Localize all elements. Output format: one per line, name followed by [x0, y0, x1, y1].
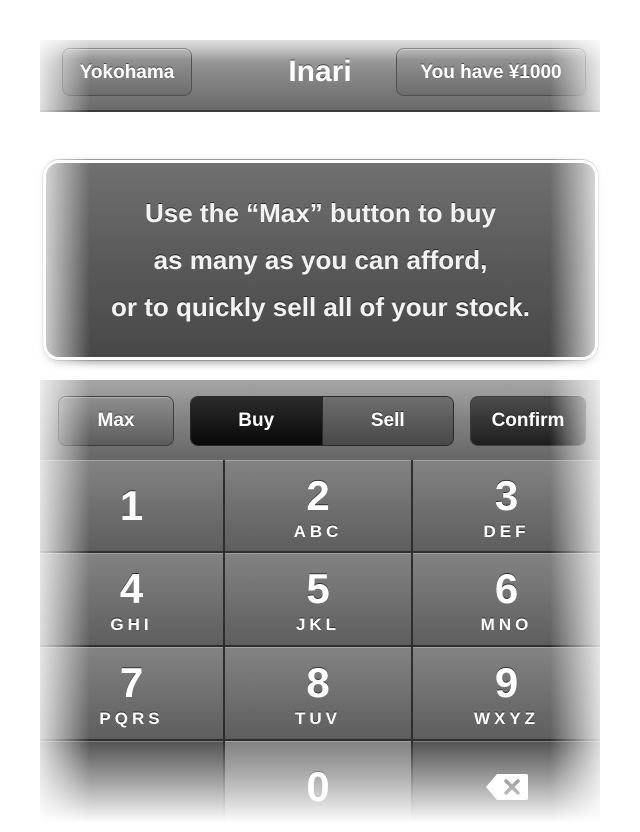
key-number: 9 — [494, 659, 519, 706]
key-letters: WXYZ — [473, 709, 540, 728]
key-letters: DEF — [483, 522, 530, 541]
key-number: 2 — [306, 472, 330, 519]
max-button[interactable]: Max — [58, 396, 174, 446]
key-number: 8 — [306, 659, 330, 706]
back-button-yokohama[interactable]: Yokohama — [62, 48, 192, 96]
key-7[interactable]: 7 PQRS — [40, 647, 225, 741]
key-number: 6 — [494, 565, 519, 612]
key-number: 7 — [119, 659, 144, 706]
key-5[interactable]: 5 JKL — [225, 553, 413, 647]
backspace-icon — [486, 774, 528, 800]
key-6[interactable]: 6 MNO — [413, 553, 600, 647]
key-0[interactable]: 0 — [225, 741, 413, 832]
trade-toolbar: Max Buy Sell Confirm — [40, 380, 600, 461]
key-8[interactable]: 8 TUV — [225, 647, 413, 741]
key-9[interactable]: 9 WXYZ — [413, 647, 600, 741]
backspace-key[interactable] — [413, 741, 600, 832]
key-letters: GHI — [110, 615, 153, 634]
segment-buy[interactable]: Buy — [191, 397, 322, 445]
key-number: 4 — [119, 565, 144, 612]
hint-tooltip[interactable]: Use the “Max” button to buy as many as y… — [43, 160, 598, 360]
key-1[interactable]: 1 — [40, 460, 225, 553]
key-letters: MNO — [480, 615, 533, 634]
navigation-bar: Yokohama Inari You have ¥1000 — [40, 40, 600, 112]
confirm-button[interactable]: Confirm — [470, 396, 586, 446]
number-keypad: 1 2 ABC 3 DEF 4 GHI 5 JKL 6 MNO 7 PQRS 8… — [40, 460, 600, 832]
tooltip-line: or to quickly sell all of your stock. — [111, 291, 530, 322]
buy-sell-segmented-control: Buy Sell — [190, 396, 454, 446]
trade-keypad-panel: Max Buy Sell Confirm 1 2 ABC 3 DEF 4 GHI… — [40, 380, 600, 832]
key-3[interactable]: 3 DEF — [413, 460, 600, 553]
key-letters: ABC — [293, 522, 343, 541]
key-blank — [40, 741, 225, 832]
tooltip-line: Use the “Max” button to buy — [145, 197, 496, 228]
key-number: 0 — [306, 763, 330, 810]
segment-sell[interactable]: Sell — [321, 397, 453, 445]
key-number: 3 — [494, 472, 519, 519]
key-4[interactable]: 4 GHI — [40, 553, 225, 647]
key-number: 1 — [119, 482, 144, 529]
tooltip-line: as many as you can afford, — [153, 244, 488, 275]
key-letters: JKL — [295, 615, 341, 634]
key-letters: PQRS — [99, 709, 164, 728]
key-2[interactable]: 2 ABC — [225, 460, 413, 553]
key-number: 5 — [306, 565, 330, 612]
key-letters: TUV — [295, 709, 341, 728]
balance-button[interactable]: You have ¥1000 — [396, 48, 586, 96]
